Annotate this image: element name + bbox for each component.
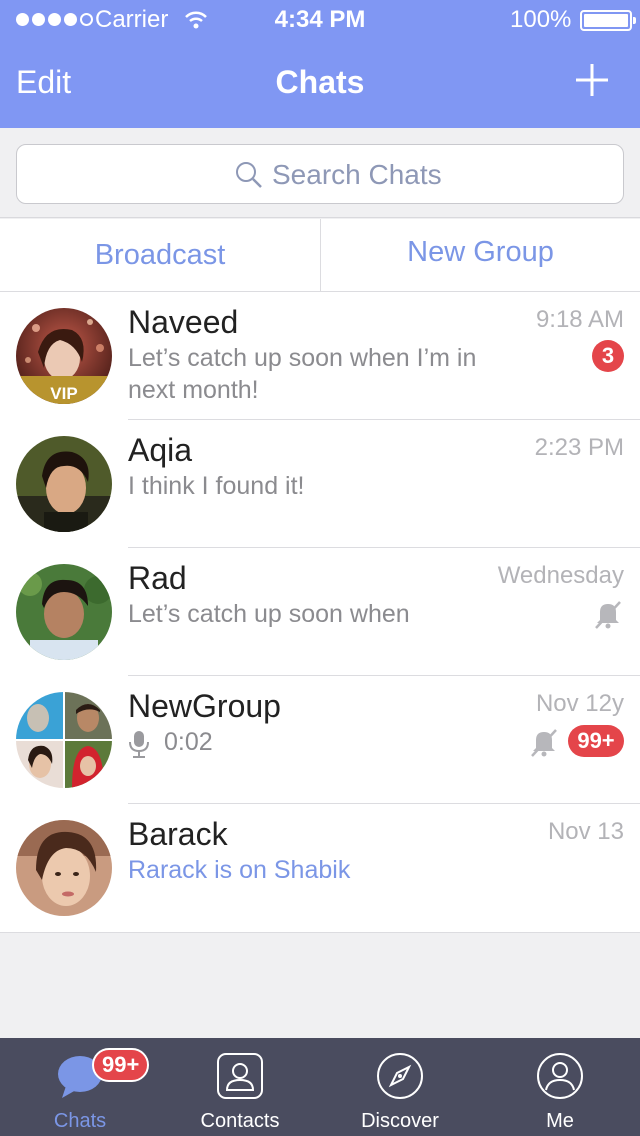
tab-label: Me (546, 1110, 574, 1132)
tab-me[interactable]: Me (480, 1038, 640, 1136)
tab-bar: 99+ Chats Contacts Discover Me (0, 1038, 640, 1136)
chat-name: NewGroup (128, 688, 281, 724)
broadcast-button[interactable]: Broadcast (0, 219, 320, 291)
battery-percent: 100% (510, 6, 572, 33)
search-placeholder: Search Chats (272, 159, 442, 190)
chat-list: VIP Naveed Let’s catch up soon when I’m … (0, 292, 640, 933)
chat-name: Aqia (128, 432, 193, 468)
chat-time: Nov 13 (547, 818, 624, 845)
chat-preview: Rarack is on Shabik (128, 856, 351, 884)
chat-preview: Let’s catch up soon when (128, 600, 410, 628)
search-bar: Search Chats (0, 128, 640, 218)
tab-chats[interactable]: 99+ Chats (0, 1038, 160, 1136)
chat-row[interactable]: Aqia I think I found it! 2:23 PM (0, 420, 640, 548)
chat-name: Rad (128, 560, 187, 596)
chat-row[interactable]: Rad Let’s catch up soon when Wednesday (0, 548, 640, 676)
header-bar: Carrier 4:34 PM 100% Edit Chats (0, 0, 640, 128)
chat-preview: 0:02 (164, 728, 213, 756)
chat-row[interactable]: Barack Rarack is on Shabik Nov 13 (0, 804, 640, 932)
chat-preview: I think I found it! (128, 472, 305, 500)
contacts-icon (217, 1053, 263, 1099)
tab-contacts[interactable]: Contacts (160, 1038, 320, 1136)
chat-row[interactable]: VIP Naveed Let’s catch up soon when I’m … (0, 292, 640, 420)
battery-icon (580, 10, 636, 31)
status-bar: Carrier 4:34 PM 100% (0, 0, 640, 40)
microphone-icon (129, 731, 149, 758)
unread-badge: 3 (592, 340, 624, 372)
avatar (16, 564, 112, 660)
new-group-button[interactable]: New Group (320, 219, 640, 291)
search-input[interactable]: Search Chats (16, 144, 624, 204)
search-icon (236, 162, 262, 188)
chat-time: Nov 12y (535, 690, 624, 717)
chat-time: 9:18 AM (535, 306, 624, 333)
chat-time: Wednesday (497, 562, 624, 589)
vip-label: VIP (50, 384, 77, 403)
tab-badge: 99+ (92, 1048, 150, 1082)
chat-preview: Let’s catch up soon when I’m in next mon… (128, 344, 477, 404)
chat-actions: Broadcast New Group (0, 219, 640, 292)
profile-icon (537, 1053, 583, 1099)
unread-badge: 99+ (568, 725, 624, 757)
avatar (16, 436, 112, 532)
chat-row[interactable]: NewGroup 0:02 Nov 12y 99+ (0, 676, 640, 804)
mute-icon (595, 601, 621, 629)
group-avatar (16, 692, 112, 788)
tab-label: Chats (53, 1110, 107, 1132)
page-title: Chats (275, 64, 365, 100)
chat-name: Naveed (128, 304, 239, 340)
mute-icon (531, 729, 557, 757)
compass-icon (377, 1053, 423, 1099)
avatar (16, 820, 112, 916)
add-icon[interactable] (574, 62, 610, 98)
tab-discover[interactable]: Discover (320, 1038, 480, 1136)
chat-name: Barack (128, 816, 228, 852)
tab-label: Discover (361, 1110, 439, 1132)
tab-label: Contacts (200, 1110, 280, 1132)
avatar: VIP (16, 308, 112, 404)
chat-time: 2:23 PM (534, 434, 624, 461)
